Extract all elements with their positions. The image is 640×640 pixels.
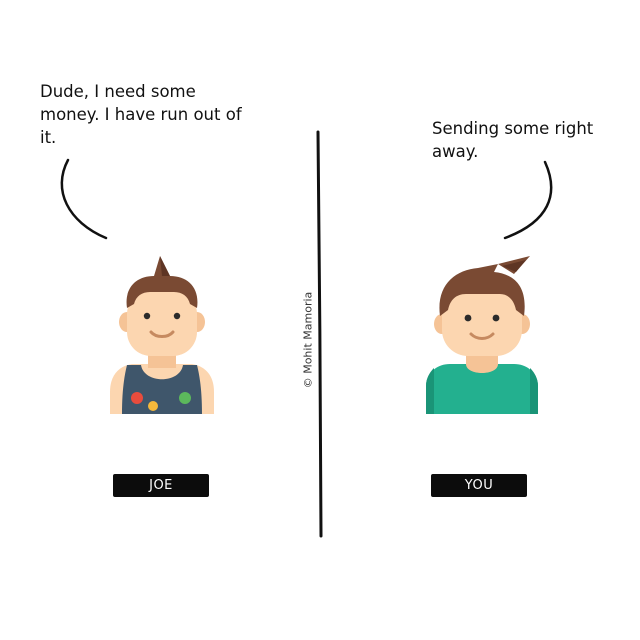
you-speech-text: Sending some right away. — [432, 119, 594, 161]
joe-avatar — [110, 256, 214, 414]
joe-speech-text: Dude, I need some money. I have run out … — [40, 82, 242, 147]
you-avatar — [426, 256, 538, 414]
joe-name-tag: JOE — [113, 474, 209, 497]
you-name-tag: YOU — [431, 474, 527, 497]
credit-text: © Mohit Mamoria — [301, 291, 315, 389]
